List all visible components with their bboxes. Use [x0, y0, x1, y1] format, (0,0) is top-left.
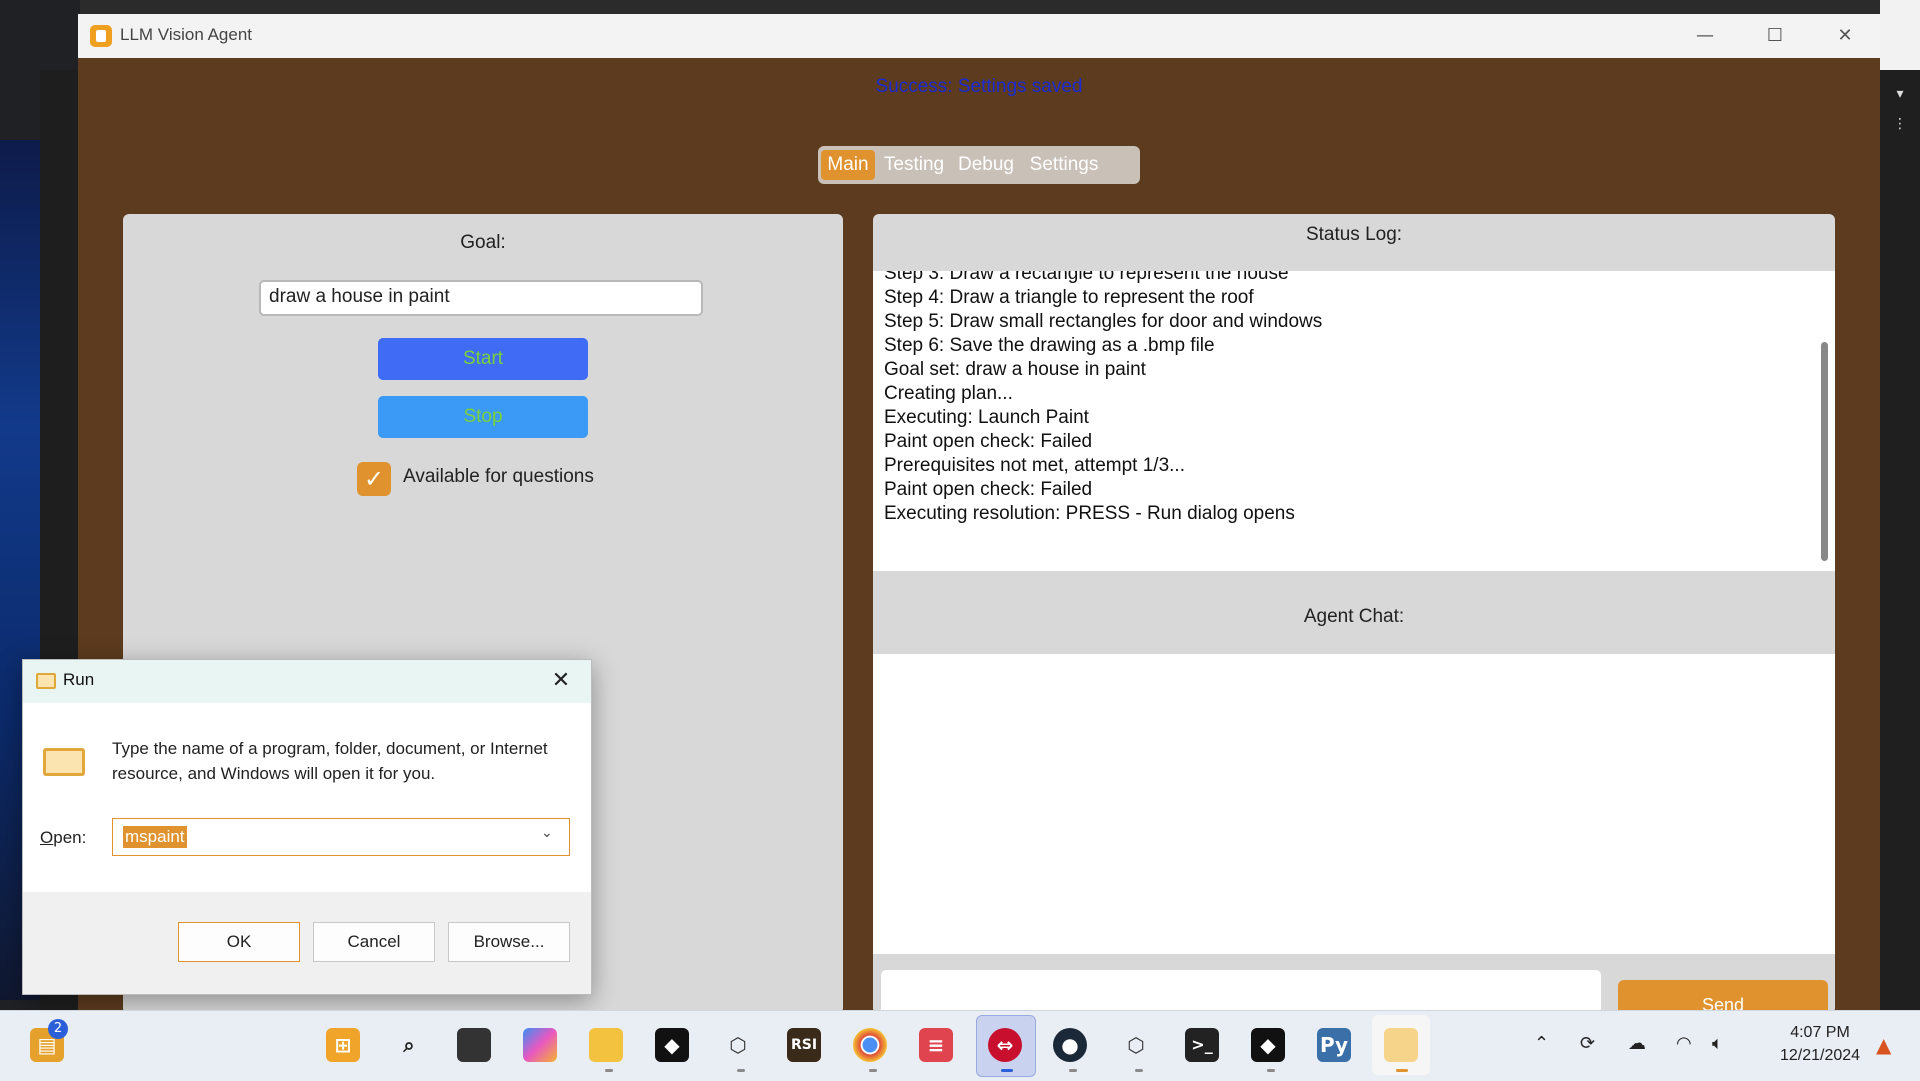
status-panel: Status Log: Step 3: Draw a rectangle to … [873, 214, 1835, 1014]
chat-input[interactable] [881, 970, 1601, 1014]
close-button[interactable]: ✕ [1810, 14, 1880, 58]
log-line: Step 5: Draw small rectangles for door a… [884, 311, 1323, 332]
tab-testing[interactable]: Testing [879, 150, 949, 180]
teamviewer-icon[interactable]: ⇔ [988, 1028, 1022, 1062]
ok-button[interactable]: OK [178, 922, 300, 962]
title-bar: LLM Vision Agent — ☐ ✕ [78, 14, 1880, 58]
log-line: Prerequisites not met, attempt 1/3... [884, 455, 1185, 476]
copilot-icon[interactable] [523, 1028, 557, 1062]
goal-label: Goal: [460, 232, 506, 253]
tab-bar: Main Testing Debug Settings [818, 146, 1140, 184]
status-log-label: Status Log: [1305, 224, 1403, 245]
success-message: Success: Settings saved [875, 76, 1083, 97]
maximize-button[interactable]: ☐ [1740, 14, 1810, 58]
cancel-button[interactable]: Cancel [313, 922, 435, 962]
send-button[interactable]: Send [1618, 980, 1828, 1014]
app-icon [90, 25, 112, 47]
available-checkbox[interactable]: ✓ [357, 462, 391, 496]
running-indicator [1001, 1069, 1013, 1072]
log-line: Paint open check: Failed [884, 431, 1093, 452]
app-red-icon[interactable]: ≡ [919, 1028, 953, 1062]
running-indicator [605, 1069, 613, 1072]
start-icon[interactable]: ⊞ [326, 1028, 360, 1062]
rsi-icon[interactable]: RSI [787, 1028, 821, 1062]
agent-chat-area[interactable] [873, 654, 1835, 954]
tab-debug[interactable]: Debug [953, 150, 1019, 180]
file-explorer-icon[interactable] [589, 1028, 623, 1062]
open-input[interactable]: mspaint ⌄ [112, 818, 570, 856]
steam-icon[interactable]: ● [1053, 1028, 1087, 1062]
chevron-down-icon[interactable]: ⌄ [541, 825, 553, 841]
chrome-icon[interactable] [853, 1028, 887, 1062]
tab-settings[interactable]: Settings [1023, 150, 1105, 180]
run-description: Type the name of a program, folder, docu… [112, 739, 548, 783]
clock[interactable]: 4:07 PM 12/21/2024 [1760, 1021, 1880, 1067]
log-line: Paint open check: Failed [884, 479, 1093, 500]
background-app-right: ▾ ⋮ [1880, 0, 1920, 1010]
background-app-top [0, 0, 1920, 14]
log-line: Executing resolution: PRESS - Run dialog… [884, 503, 1295, 524]
more-icon[interactable]: ⋮ [1892, 116, 1908, 132]
running-indicator [1069, 1069, 1077, 1072]
browse-button[interactable]: Browse... [448, 922, 570, 962]
unity-2-icon[interactable]: ◆ [1251, 1028, 1285, 1062]
log-line: Step 4: Draw a triangle to represent the… [884, 287, 1254, 308]
log-scrollbar[interactable] [1821, 342, 1828, 561]
stop-button[interactable]: Stop [378, 396, 588, 438]
log-line: Executing: Launch Paint [884, 407, 1089, 428]
search-icon[interactable]: ⌕ [392, 1028, 426, 1062]
run-close-button[interactable]: ✕ [541, 665, 581, 697]
running-indicator [869, 1069, 877, 1072]
volume-icon[interactable]: 🔈︎ [1712, 1033, 1723, 1054]
running-indicator [1267, 1069, 1275, 1072]
status-log[interactable]: Step 3: Draw a rectangle to represent th… [873, 271, 1835, 571]
log-line: Creating plan... [884, 383, 1013, 404]
unity-hub-2-icon[interactable]: ⬡ [1119, 1028, 1153, 1062]
minimize-button[interactable]: — [1670, 14, 1740, 58]
log-line: Goal set: draw a house in paint [884, 359, 1146, 380]
taskbar: ▤ 2 ⊞ ⌕ ◆ ⬡ RSI ≡ ⇔ ● ⬡ >_ ◆ Py ⌃ ⟳ ☁ ◠ … [0, 1010, 1920, 1081]
running-indicator [737, 1069, 745, 1072]
run-program-icon [43, 748, 85, 776]
open-value: mspaint [123, 826, 187, 848]
tab-main[interactable]: Main [821, 150, 875, 180]
background-panel: ▾ ⋮ [1880, 70, 1920, 1010]
start-button[interactable]: Start [378, 338, 588, 380]
open-label: Open: [40, 828, 87, 847]
goal-input[interactable]: draw a house in paint [259, 280, 703, 316]
window-title: LLM Vision Agent [120, 25, 252, 44]
log-line: Step 3: Draw a rectangle to represent th… [884, 271, 1289, 284]
dropdown-icon[interactable]: ▾ [1892, 86, 1908, 102]
run-title-bar: Run ✕ [23, 660, 591, 703]
notification-bell-icon[interactable]: ▲ [1876, 1033, 1891, 1057]
running-indicator [1396, 1069, 1408, 1072]
widgets-badge: 2 [48, 1019, 68, 1039]
run-dialog: Run ✕ Type the name of a program, folder… [22, 659, 592, 995]
llm-vision-agent-icon[interactable] [1384, 1028, 1418, 1062]
task-view-icon[interactable] [457, 1028, 491, 1062]
clock-time: 4:07 PM [1790, 1024, 1850, 1041]
run-title: Run [63, 670, 95, 689]
agent-chat-label: Agent Chat: [1303, 606, 1405, 627]
cloud-icon[interactable]: ☁ [1628, 1033, 1646, 1054]
terminal-icon[interactable]: >_ [1185, 1028, 1219, 1062]
unity-icon[interactable]: ◆ [655, 1028, 689, 1062]
chevron-up-icon[interactable]: ⌃ [1534, 1033, 1549, 1054]
log-line: Step 6: Save the drawing as a .bmp file [884, 335, 1215, 356]
wifi-icon[interactable]: ◠ [1676, 1033, 1692, 1054]
python-icon[interactable]: Py [1317, 1028, 1351, 1062]
run-icon [36, 673, 56, 689]
available-label: Available for questions [403, 466, 594, 487]
sync-icon[interactable]: ⟳ [1580, 1033, 1595, 1054]
unity-hub-icon[interactable]: ⬡ [721, 1028, 755, 1062]
clock-date: 12/21/2024 [1779, 1047, 1861, 1064]
running-indicator [1135, 1069, 1143, 1072]
